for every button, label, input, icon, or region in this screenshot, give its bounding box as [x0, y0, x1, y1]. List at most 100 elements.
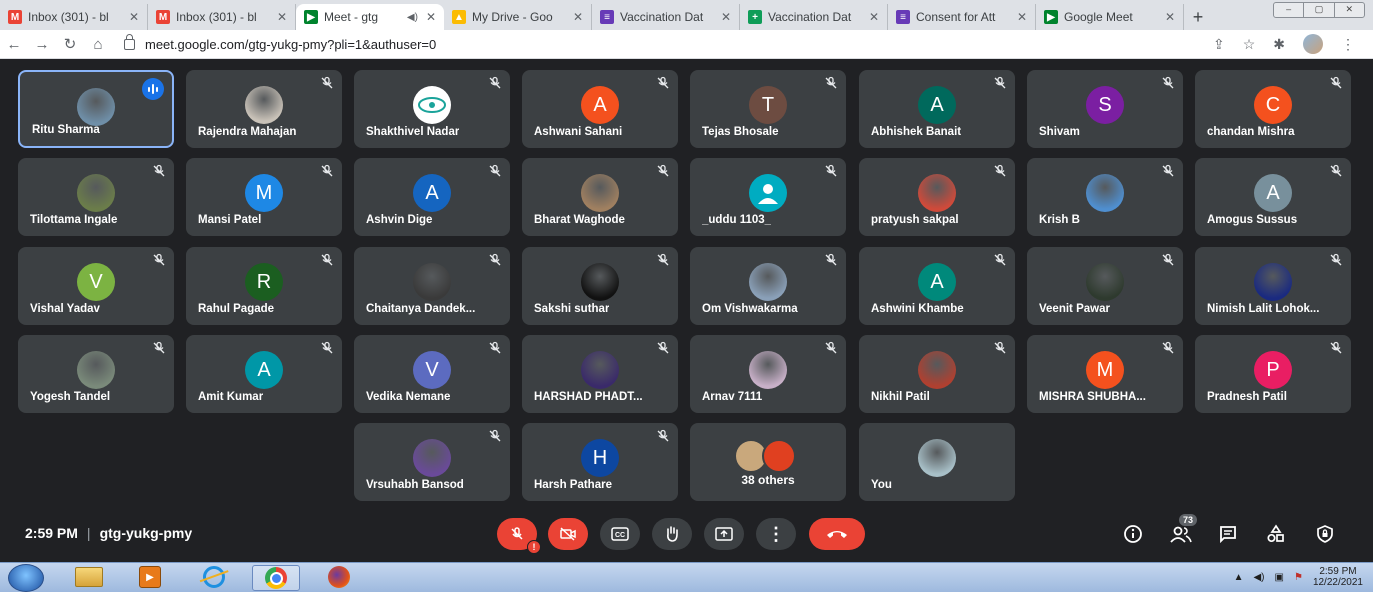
participant-tile[interactable]: Krish B — [1027, 158, 1183, 236]
tab-close-icon[interactable]: ✕ — [426, 10, 436, 24]
mic-off-icon — [994, 341, 1006, 354]
file-explorer-icon[interactable] — [66, 565, 112, 589]
participant-tile[interactable]: A Amogus Sussus — [1195, 158, 1351, 236]
participant-tile[interactable]: Rajendra Mahajan — [186, 70, 342, 148]
browser-tab[interactable]: M Inbox (301) - bl ✕ — [0, 4, 148, 30]
mic-off-icon — [489, 253, 501, 266]
participant-tile[interactable]: R Rahul Pagade — [186, 247, 342, 325]
participant-tile[interactable]: _uddu 1103_ — [690, 158, 846, 236]
participant-tile[interactable]: P Pradnesh Patil — [1195, 335, 1351, 413]
people-icon — [1170, 526, 1192, 543]
participant-tile[interactable]: A Amit Kumar — [186, 335, 342, 413]
participant-tile[interactable]: V Vishal Yadav — [18, 247, 174, 325]
tab-close-icon[interactable]: ✕ — [573, 10, 583, 24]
forms-icon: ≡ — [600, 10, 614, 24]
extensions-puzzle-icon[interactable]: ✱ — [1273, 36, 1285, 53]
participant-tile[interactable]: A Ashwini Khambe — [859, 247, 1015, 325]
browser-tab[interactable]: ≡ Consent for Att ✕ — [888, 4, 1036, 30]
media-player-icon[interactable]: ▶ — [127, 565, 173, 589]
firefox-icon[interactable] — [316, 565, 362, 589]
browser-tab[interactable]: ▲ My Drive - Goo ✕ — [444, 4, 592, 30]
participant-name: Tilottama Ingale — [30, 214, 118, 226]
participant-tile[interactable]: HARSHAD PHADT... — [522, 335, 678, 413]
leave-call-button[interactable] — [809, 518, 865, 550]
browser-tab[interactable]: ▶ Meet - gtg ◀) ✕ — [296, 4, 444, 30]
tab-close-icon[interactable]: ✕ — [129, 10, 139, 24]
participant-tile[interactable]: Tilottama Ingale — [18, 158, 174, 236]
participant-tile[interactable]: M MISHRA SHUBHA... — [1027, 335, 1183, 413]
minimize-icon[interactable]: – — [1274, 3, 1305, 17]
participant-tile[interactable]: Shakthivel Nadar — [354, 70, 510, 148]
chrome-icon[interactable] — [252, 565, 300, 591]
participant-tile[interactable]: Nikhil Patil — [859, 335, 1015, 413]
participant-tile[interactable]: pratyush sakpal — [859, 158, 1015, 236]
participant-tile[interactable]: Om Vishwakarma — [690, 247, 846, 325]
home-icon[interactable]: ⌂ — [84, 36, 112, 53]
captions-button[interactable]: CC — [600, 518, 640, 550]
camera-toggle-button[interactable] — [548, 518, 588, 550]
share-icon[interactable]: ⇪ — [1213, 36, 1225, 53]
browser-tab[interactable]: + Vaccination Dat ✕ — [740, 4, 888, 30]
action-center-flag-icon[interactable]: ⚑ — [1294, 572, 1303, 583]
participant-tile[interactable]: 38 others — [690, 423, 846, 501]
participant-tile[interactable]: You — [859, 423, 1015, 501]
present-screen-button[interactable] — [704, 518, 744, 550]
maximize-icon[interactable]: ▢ — [1304, 3, 1335, 17]
present-screen-icon — [715, 527, 733, 541]
participant-tile[interactable]: A Ashvin Dige — [354, 158, 510, 236]
people-button[interactable]: 73 — [1169, 514, 1197, 546]
volume-icon[interactable]: ◀) — [1253, 572, 1264, 583]
participant-tile[interactable]: Cchandan Mishra — [1195, 70, 1351, 148]
participant-name: Nimish Lalit Lohok... — [1207, 303, 1320, 315]
participant-tile[interactable]: Bharat Waghode — [522, 158, 678, 236]
tab-close-icon[interactable]: ✕ — [1165, 10, 1175, 24]
logo-icon — [418, 97, 446, 113]
participant-tile[interactable]: T Tejas Bhosale — [690, 70, 846, 148]
mic-toggle-button[interactable]: ! — [497, 518, 541, 554]
host-controls-button[interactable] — [1313, 522, 1337, 546]
participant-tile[interactable]: S Shivam — [1027, 70, 1183, 148]
participant-tile[interactable]: M Mansi Patel — [186, 158, 342, 236]
participant-tile[interactable]: A Abhishek Banait — [859, 70, 1015, 148]
browser-tab[interactable]: ≡ Vaccination Dat ✕ — [592, 4, 740, 30]
profile-avatar[interactable] — [1303, 34, 1323, 54]
participant-tile[interactable]: Ritu Sharma — [18, 70, 174, 148]
tab-close-icon[interactable]: ✕ — [1017, 10, 1027, 24]
participant-tile[interactable]: Arnav 7111 — [690, 335, 846, 413]
network-icon[interactable]: ▣ — [1275, 572, 1284, 583]
participant-tile[interactable]: A Ashwani Sahani — [522, 70, 678, 148]
close-window-icon[interactable]: ✕ — [1335, 3, 1364, 17]
activities-button[interactable] — [1264, 522, 1288, 546]
url-field[interactable]: meet.google.com/gtg-yukg-pmy?pli=1&authu… — [124, 33, 436, 52]
chat-button[interactable] — [1216, 522, 1240, 546]
back-arrow-icon[interactable]: ← — [0, 36, 28, 53]
new-tab-button[interactable]: + — [1184, 4, 1212, 30]
participant-tile[interactable]: Yogesh Tandel — [18, 335, 174, 413]
start-button-icon[interactable] — [8, 564, 44, 592]
tab-close-icon[interactable]: ✕ — [721, 10, 731, 24]
mic-off-icon — [1330, 341, 1342, 354]
reload-icon[interactable]: ↻ — [56, 35, 84, 53]
taskbar-clock[interactable]: 2:59 PM 12/22/2021 — [1313, 566, 1363, 588]
meeting-details-button[interactable] — [1121, 522, 1145, 546]
browser-tab[interactable]: M Inbox (301) - bl ✕ — [148, 4, 296, 30]
participant-tile[interactable]: Vrsuhabh Bansod — [354, 423, 510, 501]
participant-tile[interactable]: V Vedika Nemane — [354, 335, 510, 413]
avatar-photo — [581, 351, 619, 389]
menu-kebab-icon[interactable]: ⋮ — [1341, 36, 1355, 53]
participant-tile[interactable]: Veenit Pawar — [1027, 247, 1183, 325]
bookmark-star-icon[interactable]: ☆ — [1243, 36, 1256, 53]
avatar — [413, 86, 451, 124]
raise-hand-button[interactable] — [652, 518, 692, 550]
participant-tile[interactable]: H Harsh Pathare — [522, 423, 678, 501]
participant-tile[interactable]: Nimish Lalit Lohok... — [1195, 247, 1351, 325]
more-options-button[interactable]: ⋮ — [756, 518, 796, 550]
participant-tile[interactable]: Chaitanya Dandek... — [354, 247, 510, 325]
tray-expand-icon[interactable]: ▲ — [1234, 572, 1244, 583]
internet-explorer-icon[interactable] — [191, 565, 237, 589]
browser-tab[interactable]: ▶ Google Meet ✕ — [1036, 4, 1184, 30]
forward-arrow-icon[interactable]: → — [28, 36, 56, 53]
participant-tile[interactable]: Sakshi suthar — [522, 247, 678, 325]
tab-close-icon[interactable]: ✕ — [277, 10, 287, 24]
tab-close-icon[interactable]: ✕ — [869, 10, 879, 24]
